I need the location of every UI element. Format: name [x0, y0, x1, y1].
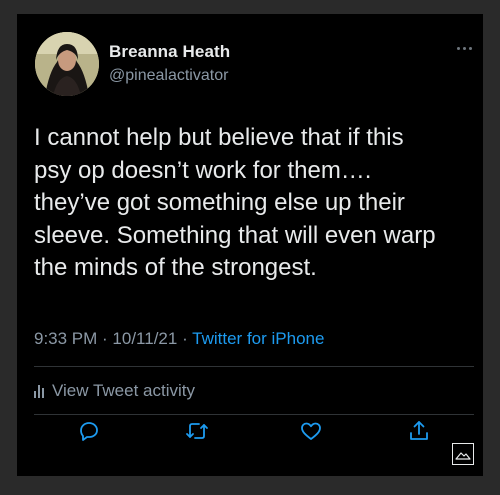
tweet-text-line: they’ve got something else up their [34, 189, 405, 216]
avatar[interactable] [35, 32, 99, 96]
view-tweet-activity-label: View Tweet activity [52, 381, 195, 400]
tweet-time[interactable]: 9:33 PM [34, 329, 97, 348]
tweet-metadata: 9:33 PM · 10/11/21 · Twitter for iPhone [34, 329, 324, 349]
activity-chart-icon [34, 384, 44, 398]
mountain-image-icon [455, 452, 471, 460]
divider [34, 366, 474, 367]
view-tweet-activity-link[interactable]: View Tweet activity [34, 381, 195, 401]
image-icon[interactable] [452, 443, 474, 465]
share-icon[interactable] [407, 419, 431, 443]
avatar-photo [35, 32, 99, 96]
display-name[interactable]: Breanna Heath [109, 42, 230, 62]
tweet-actions-bar [17, 419, 483, 451]
reply-icon[interactable] [77, 419, 101, 443]
tweet-text-line: I cannot help but believe that if this [34, 124, 404, 151]
like-icon[interactable] [299, 419, 323, 443]
more-options-icon[interactable] [455, 44, 475, 54]
tweet-date[interactable]: 10/11/21 [112, 329, 177, 348]
meta-separator: · [97, 329, 113, 348]
tweet-card: Breanna Heath @pinealactivator I cannot … [17, 14, 483, 476]
tweet-text-line: the minds of the strongest. [34, 254, 317, 281]
tweet-text-line: psy op doesn’t work for them…. [34, 156, 372, 184]
retweet-icon[interactable] [185, 419, 209, 443]
divider [34, 414, 474, 415]
meta-separator: · [177, 329, 193, 348]
tweet-source-link[interactable]: Twitter for iPhone [192, 329, 324, 348]
tweet-text: I cannot help but believe that if this p… [34, 122, 474, 285]
username-handle[interactable]: @pinealactivator [109, 67, 228, 85]
tweet-text-line: sleeve. Something that will even warp [34, 221, 436, 249]
